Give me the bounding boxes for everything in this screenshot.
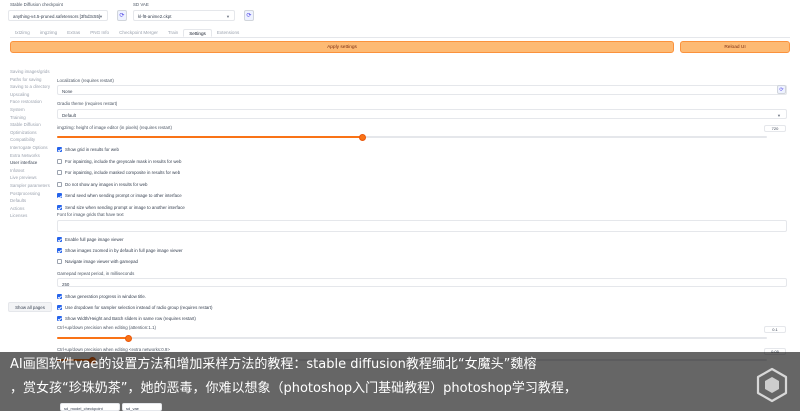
checkpoint-select[interactable]: anything-v4.5-pruned.safetensors [3f5d3c…	[8, 10, 108, 21]
checkbox[interactable]	[57, 181, 62, 187]
refresh-icon: ⟳	[119, 13, 125, 19]
gamepad-value: 250	[62, 281, 70, 287]
checkpoint-value: anything-v4.5-pruned.safetensors [3f5d3c…	[13, 14, 101, 19]
chevron-down-icon: ▼	[226, 14, 230, 19]
tab-train[interactable]: Train	[163, 29, 183, 37]
checkbox-label: Enable full page image viewer	[65, 237, 124, 242]
localization-select[interactable]: None ▼	[57, 85, 787, 95]
tab-png-info[interactable]: PNG Info	[85, 29, 114, 37]
checkbox[interactable]	[57, 316, 62, 321]
refresh-vae-button[interactable]: ⟳	[244, 10, 254, 21]
checkbox-label: For inpainting, include masked composite…	[65, 170, 181, 176]
checkbox[interactable]	[57, 170, 62, 176]
tab-extras[interactable]: Extras	[62, 29, 85, 37]
img2img-height-slider[interactable]	[57, 133, 767, 141]
checkbox-row[interactable]: Send size when sending prompt or image t…	[57, 204, 185, 211]
gamepad-input[interactable]: 250	[57, 278, 787, 287]
slider-fill	[57, 136, 363, 138]
slider-knob[interactable]	[358, 133, 366, 141]
checkbox-row[interactable]: Use dropdown for sampler selection inste…	[57, 304, 212, 311]
vae-value: kl-f8-anime2.ckpt	[138, 14, 172, 19]
checkbox-label: Do not show any images in results for we…	[65, 181, 148, 187]
chevron-down-icon: ▼	[99, 14, 103, 19]
checkbox[interactable]	[57, 147, 62, 152]
checkbox-row[interactable]: Navigate image viewer with gamepad	[57, 258, 138, 265]
checkbox-row[interactable]: Show images zoomed in by default in full…	[57, 247, 183, 254]
sidebar-item-licenses[interactable]: Licenses	[10, 214, 52, 222]
checkbox-label: Show images zoomed in by default in full…	[65, 248, 183, 253]
checkbox[interactable]	[57, 294, 62, 299]
ctrl-precision-slider[interactable]	[57, 334, 767, 342]
checkbox-row[interactable]: For inpainting, include the greyscale ma…	[57, 158, 181, 165]
checkbox[interactable]	[57, 305, 62, 310]
img2img-height-number[interactable]: 720	[764, 125, 786, 132]
checkbox-row[interactable]: Show generation progress in window title…	[57, 293, 146, 300]
checkbox-row[interactable]: Show grid in results for web	[57, 146, 119, 153]
refresh-icon: ⟳	[246, 13, 252, 19]
tab-img2img[interactable]: img2img	[35, 29, 62, 37]
localization-label: Localization (requires restart)	[57, 78, 114, 83]
checkbox-label: Use dropdown for sampler selection inste…	[65, 305, 213, 310]
checkbox-label: Show Width/Height and Batch sliders in s…	[65, 316, 196, 321]
checkbox[interactable]	[57, 193, 62, 199]
checkbox[interactable]	[57, 237, 62, 242]
tab-divider	[10, 37, 790, 38]
slider-fill	[57, 337, 128, 339]
gradio-theme-value: Default	[62, 112, 76, 118]
caption-line-2: ，赏女孩“珍珠奶茶”，她的恶毒，你难以想象（photoshop入门基础教程）ph…	[10, 381, 577, 396]
checkbox-label: Send seed when sending prompt or image t…	[65, 193, 182, 199]
tab-bar: txt2img img2img Extras PNG Info Checkpoint M…	[10, 29, 244, 37]
checkbox-row[interactable]: Send seed when sending prompt or image t…	[57, 192, 182, 199]
tab-txt2img[interactable]: txt2img	[10, 29, 35, 37]
checkbox-row[interactable]: For inpainting, include masked composite…	[57, 169, 180, 176]
show-all-pages-button[interactable]: Show all pages	[8, 302, 52, 312]
img2img-height-label: img2img: height of image editor (in pixe…	[57, 125, 172, 130]
checkbox-label: Send size when sending prompt or image t…	[65, 205, 185, 210]
reload-ui-button[interactable]: Reload UI	[680, 41, 790, 53]
checkbox-label: Show grid in results for web	[65, 147, 119, 152]
checkbox[interactable]	[57, 158, 62, 164]
checkbox-row[interactable]: Do not show any images in results for we…	[57, 181, 148, 188]
tab-extensions[interactable]: Extensions	[212, 29, 244, 37]
quicksettings-select-2[interactable]: sd_vae	[122, 403, 162, 411]
localization-value: None	[62, 88, 73, 94]
checkbox[interactable]	[57, 259, 62, 264]
checkbox-label: Navigate image viewer with gamepad	[65, 259, 138, 264]
checkbox-label: Show generation progress in window title…	[65, 294, 147, 299]
checkbox-label: For inpainting, include the greyscale ma…	[65, 158, 182, 164]
gradio-theme-select[interactable]: Default ▼	[57, 109, 787, 119]
tab-checkpoint-merger[interactable]: Checkpoint Merger	[114, 29, 163, 37]
font-grid-input[interactable]	[57, 220, 787, 232]
refresh-icon: ⟳	[779, 86, 784, 93]
refresh-localization-button[interactable]: ⟳	[777, 85, 786, 94]
caption-line-1: AI画图软件vae的设置方法和增加采样方法的教程：stable diffusio…	[10, 357, 537, 372]
watermark-logo	[756, 367, 788, 403]
slider-knob[interactable]	[124, 334, 132, 342]
gradio-theme-label: Gradio theme (requires restart)	[57, 101, 118, 106]
ctrl-precision-label: Ctrl+up/down precision when editing (att…	[57, 325, 156, 330]
checkbox-row[interactable]: Show Width/Height and Batch sliders in s…	[57, 315, 196, 322]
chevron-down-icon: ▼	[777, 113, 781, 118]
vae-select[interactable]: kl-f8-anime2.ckpt ▼	[133, 10, 235, 21]
apply-settings-button[interactable]: Apply settings	[10, 41, 674, 53]
quicksettings-select-1[interactable]: sd_model_checkpoint	[60, 403, 120, 411]
checkbox-row[interactable]: Enable full page image viewer	[57, 236, 124, 243]
gamepad-label: Gamepad repeat period, in milliseconds	[57, 271, 135, 276]
settings-sidebar: Saving images/grids Paths for saving Savin…	[10, 69, 52, 222]
refresh-checkpoint-button[interactable]: ⟳	[117, 10, 127, 21]
font-grid-label: Font for image grids that have text	[57, 212, 124, 217]
checkbox[interactable]	[57, 205, 62, 210]
checkbox[interactable]	[57, 248, 62, 253]
tab-settings[interactable]: Settings	[183, 29, 212, 37]
checkpoint-label: Stable Diffusion checkpoint	[10, 2, 63, 7]
vae-label: SD VAE	[133, 2, 149, 7]
ctrl-precision-number[interactable]: 0.1	[764, 326, 786, 333]
